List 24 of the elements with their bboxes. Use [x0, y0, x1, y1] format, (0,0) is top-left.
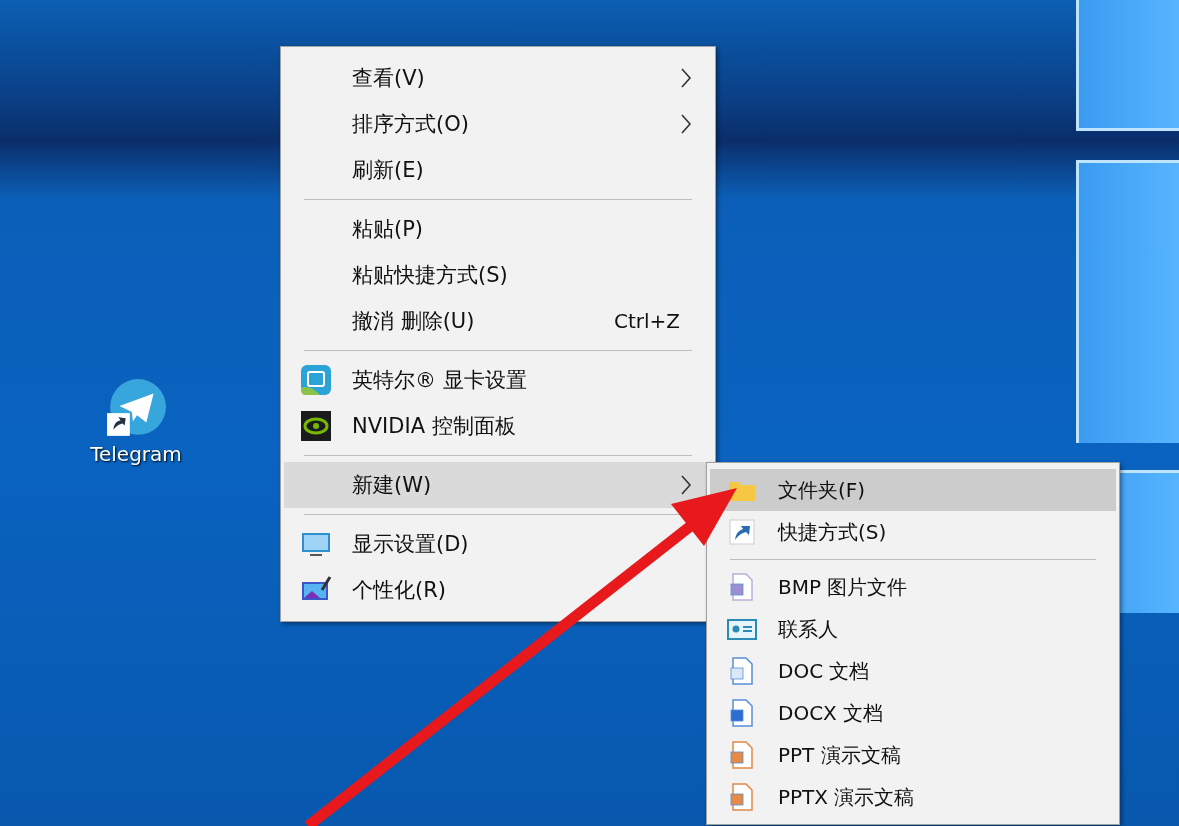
- chevron-right-icon: [680, 474, 692, 496]
- menu-item[interactable]: 英特尔® 显卡设置: [284, 357, 712, 403]
- menu-item[interactable]: PPT 演示文稿: [710, 734, 1116, 776]
- menu-item[interactable]: 快捷方式(S): [710, 511, 1116, 553]
- menu-item[interactable]: 撤消 删除(U) Ctrl+Z: [284, 298, 712, 344]
- shortcut-text: Ctrl+Z: [613, 309, 680, 333]
- chevron-right-icon: [680, 67, 692, 89]
- menu-item[interactable]: NVIDIA 控制面板: [284, 403, 712, 449]
- eye-logo-icon: [300, 410, 332, 442]
- desktop-icon-label: Telegram: [90, 442, 182, 466]
- menu-item[interactable]: BMP 图片文件: [710, 566, 1116, 608]
- menu-item[interactable]: 文件夹(F): [710, 469, 1116, 511]
- menu-item[interactable]: 粘贴(P): [284, 206, 712, 252]
- menu-item[interactable]: DOC 文档: [710, 650, 1116, 692]
- chevron-right-icon: [680, 113, 692, 135]
- menu-item[interactable]: PPTX 演示文稿: [710, 776, 1116, 818]
- menu-item[interactable]: 联系人: [710, 608, 1116, 650]
- menu-item[interactable]: 粘贴快捷方式(S): [284, 252, 712, 298]
- menu-item[interactable]: DOCX 文档: [710, 692, 1116, 734]
- menu-item[interactable]: 刷新(E): [284, 147, 712, 193]
- menu-item[interactable]: 个性化(R): [284, 567, 712, 613]
- menu-item[interactable]: 查看(V): [284, 55, 712, 101]
- menu-item[interactable]: 排序方式(O): [284, 101, 712, 147]
- desktop-shortcut[interactable]: Telegram: [76, 378, 196, 466]
